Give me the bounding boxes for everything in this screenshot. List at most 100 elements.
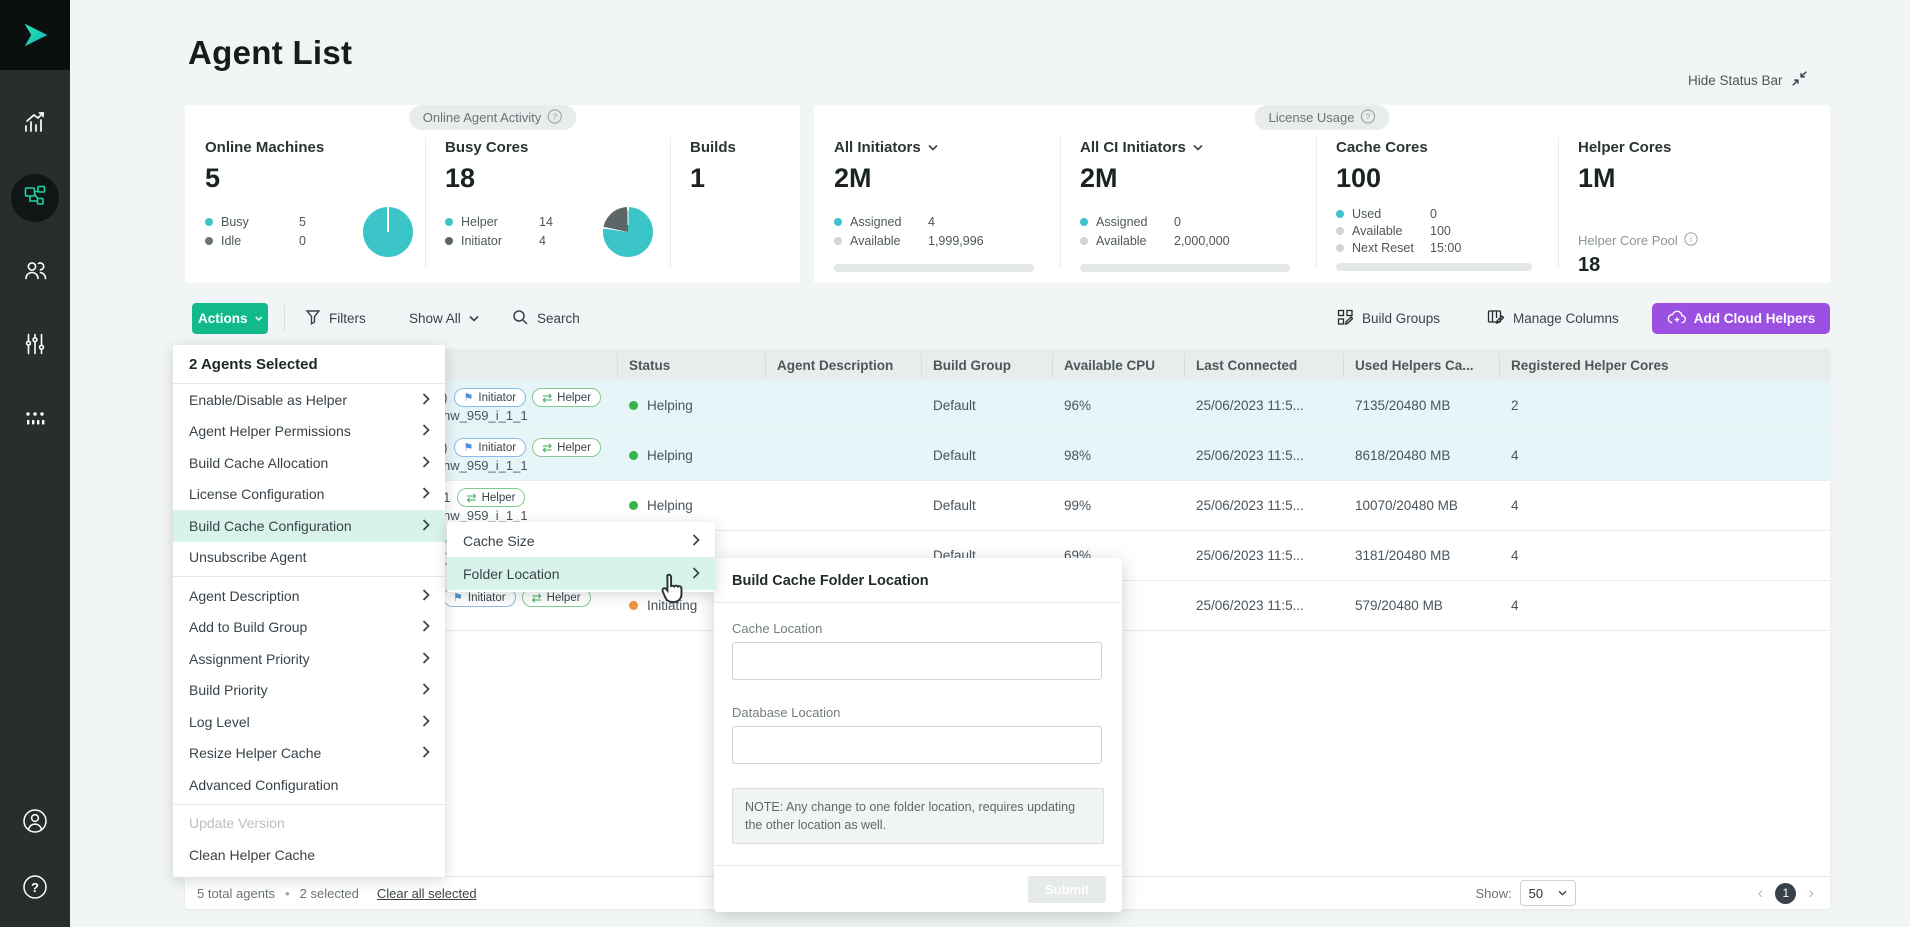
helper-core-pool-value: 18 <box>1578 254 1830 277</box>
legend-row: Used0 <box>1336 205 1558 222</box>
menu-item-build-cache-allocation[interactable]: Build Cache Allocation <box>173 447 445 479</box>
help-icon: ? <box>21 873 49 906</box>
legend-dot <box>1080 218 1088 226</box>
database-location-label: Database Location <box>732 705 1104 720</box>
menu-item-license-configuration[interactable]: License Configuration <box>173 479 445 511</box>
metric-title: Busy Cores <box>445 139 670 156</box>
sidebar-item-users[interactable] <box>11 248 59 296</box>
manage-columns-icon <box>1487 309 1505 328</box>
hide-status-bar-button[interactable]: Hide Status Bar <box>1688 70 1808 90</box>
menu-item-advanced-configuration[interactable]: Advanced Configuration <box>173 769 445 801</box>
column-header-registered-helper-cores[interactable]: Registered Helper Cores <box>1499 349 1830 381</box>
legend-row: Assigned4 <box>834 212 1060 231</box>
app: ? Agent List Hide Status Bar Online Agen… <box>0 0 1910 927</box>
menu-item-agent-description[interactable]: Agent Description <box>173 580 445 612</box>
sidebar-item-settings-sliders[interactable] <box>11 322 59 370</box>
legend-row: Next Reset15:00 <box>1336 239 1558 256</box>
license-keys-icon <box>22 405 48 436</box>
database-location-input[interactable] <box>732 726 1102 764</box>
status-dot <box>629 501 638 510</box>
available-cpu-cell: 99% <box>1052 481 1184 530</box>
sidebar-item-user-avatar[interactable] <box>11 799 59 847</box>
menu-item-build-priority[interactable]: Build Priority <box>173 675 445 707</box>
last-connected-cell: 25/06/2023 11:5... <box>1184 381 1343 430</box>
search-button[interactable]: Search <box>512 303 580 334</box>
metric-pie-chart <box>603 207 653 257</box>
column-header-available-cpu[interactable]: Available CPU <box>1052 349 1184 381</box>
next-page-button[interactable]: › <box>1808 883 1814 903</box>
question-icon[interactable]: ? <box>547 109 562 127</box>
info-icon[interactable]: i <box>1684 232 1698 249</box>
legend-dot <box>445 237 453 245</box>
chevron-down-icon <box>1558 890 1567 896</box>
filter-icon <box>305 309 321 328</box>
chevron-right-icon <box>422 486 430 502</box>
menu-item-unsubscribe-agent[interactable]: Unsubscribe Agent <box>173 542 445 574</box>
sidebar-item-dashboard-chart[interactable] <box>11 100 59 148</box>
metric-title[interactable]: All CI Initiators <box>1080 139 1316 156</box>
submit-button[interactable]: Submit <box>1028 876 1106 903</box>
menu-item-clean-helper-cache[interactable]: Clean Helper Cache <box>173 839 445 871</box>
submenu-item-cache-size[interactable]: Cache Size <box>447 524 715 557</box>
sidebar-item-license-keys[interactable] <box>11 396 59 444</box>
prev-page-button[interactable]: ‹ <box>1758 883 1764 903</box>
dashboard-chart-icon <box>22 109 48 140</box>
chevron-down-icon <box>469 315 479 322</box>
current-page-badge[interactable]: 1 <box>1775 883 1796 904</box>
app-logo[interactable] <box>0 0 70 70</box>
used-helpers-cache-cell: 3181/20480 MB <box>1343 531 1499 580</box>
metric-legend: Used0Available100Next Reset15:00 <box>1336 205 1558 256</box>
total-agents-label: 5 total agents <box>197 886 275 901</box>
menu-item-assignment-priority[interactable]: Assignment Priority <box>173 643 445 675</box>
helper-badge: ⇄Helper <box>532 388 601 407</box>
last-connected-cell: 25/06/2023 11:5... <box>1184 531 1343 580</box>
chevron-right-icon <box>692 566 700 582</box>
column-header-status[interactable]: Status <box>617 349 765 381</box>
menu-item-enable-disable-as-helper[interactable]: Enable/Disable as Helper <box>173 384 445 416</box>
metric-value: 100 <box>1336 163 1558 194</box>
search-icon <box>512 309 529 329</box>
metric-title[interactable]: All Initiators <box>834 139 1060 156</box>
question-icon[interactable]: ? <box>1361 109 1376 127</box>
metric-online-machines: Online Machines5Busy5Idle0 <box>185 105 425 283</box>
menu-item-log-level[interactable]: Log Level <box>173 706 445 738</box>
agent-description-cell <box>765 381 921 430</box>
actions-button[interactable]: Actions <box>192 303 268 334</box>
helper-badge-icon: ⇄ <box>542 391 552 405</box>
collapse-icon <box>1791 70 1808 90</box>
chevron-right-icon <box>422 588 430 604</box>
menu-item-build-cache-configuration[interactable]: Build Cache Configuration <box>173 510 445 542</box>
user-avatar-icon <box>21 807 49 840</box>
online-agent-activity-card: Online Agent Activity ? Online Machines5… <box>185 105 800 283</box>
settings-sliders-icon <box>22 331 48 362</box>
manage-columns-button[interactable]: Manage Columns <box>1487 303 1619 334</box>
svg-text:?: ? <box>1366 111 1371 121</box>
add-cloud-helpers-button[interactable]: Add Cloud Helpers <box>1652 303 1830 334</box>
sidebar-item-help[interactable]: ? <box>11 865 59 913</box>
column-header-agent-description[interactable]: Agent Description <box>765 349 921 381</box>
show-all-dropdown[interactable]: Show All <box>409 303 479 334</box>
legend-row: Available2,000,000 <box>1080 231 1316 250</box>
status-cell: Helping <box>617 381 765 430</box>
build-groups-button[interactable]: Build Groups <box>1337 303 1440 334</box>
column-header-build-group[interactable]: Build Group <box>921 349 1052 381</box>
manage-columns-label: Manage Columns <box>1513 311 1619 326</box>
chevron-right-icon <box>422 651 430 667</box>
menu-item-agent-helper-permissions[interactable]: Agent Helper Permissions <box>173 416 445 448</box>
metric-builds: Builds1 <box>670 105 800 283</box>
page-size-select[interactable]: 50 <box>1520 880 1576 906</box>
menu-item-resize-helper-cache[interactable]: Resize Helper Cache <box>173 738 445 770</box>
filters-button[interactable]: Filters <box>305 303 366 334</box>
metric-title: Cache Cores <box>1336 139 1558 156</box>
clear-all-selected-link[interactable]: Clear all selected <box>377 886 477 901</box>
menu-divider <box>173 576 445 577</box>
cache-location-input[interactable] <box>732 642 1102 680</box>
sidebar-item-agents[interactable] <box>11 174 59 222</box>
legend-row: Assigned0 <box>1080 212 1316 231</box>
chevron-right-icon <box>692 533 700 549</box>
column-header-used-helpers-ca[interactable]: Used Helpers Ca... <box>1343 349 1499 381</box>
metric-value: 1M <box>1578 163 1830 194</box>
usage-progress-bar <box>834 264 1034 272</box>
column-header-last-connected[interactable]: Last Connected <box>1184 349 1343 381</box>
menu-item-add-to-build-group[interactable]: Add to Build Group <box>173 612 445 644</box>
